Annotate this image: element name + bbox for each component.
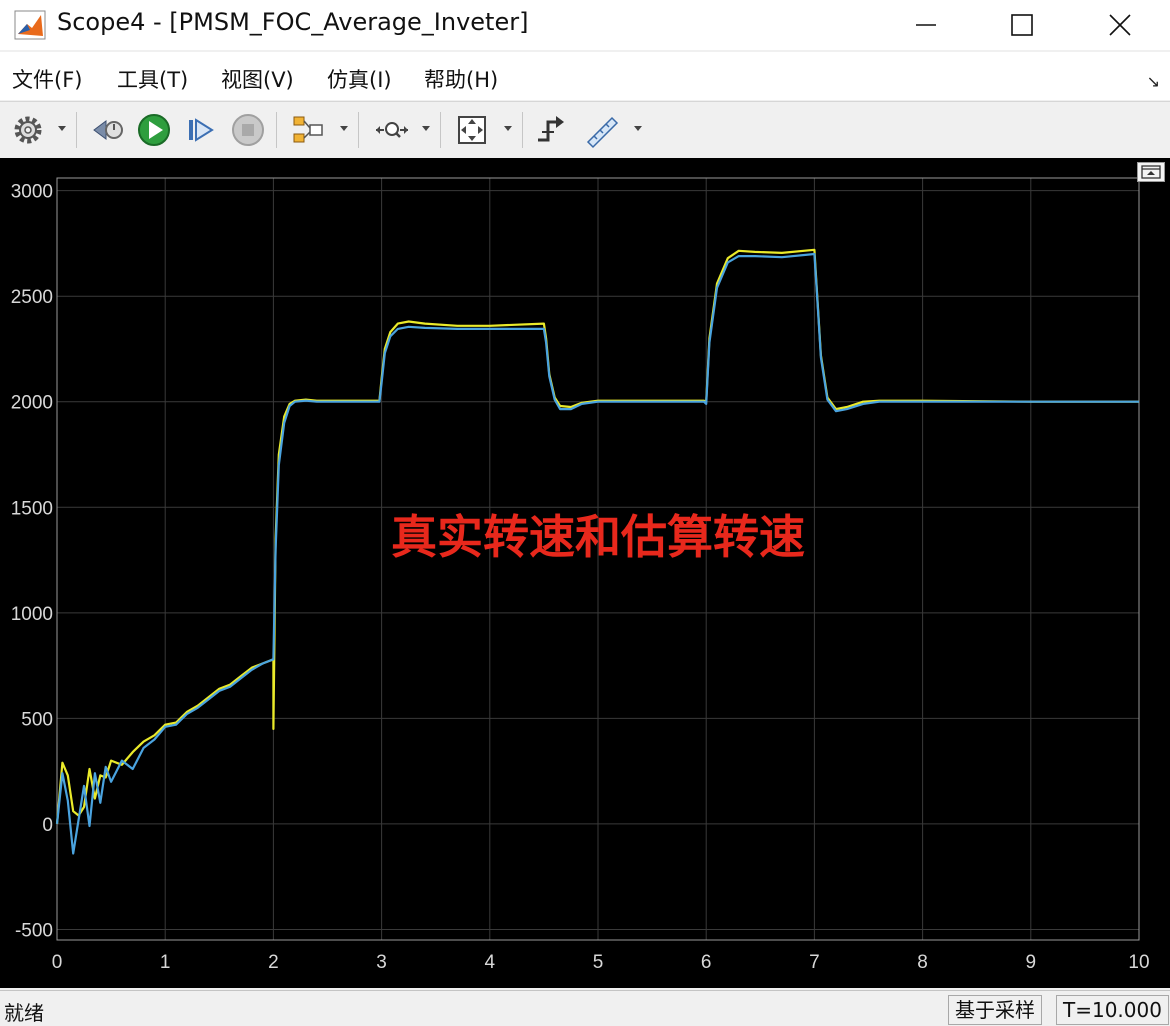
settings-dropdown-icon[interactable] xyxy=(58,126,66,131)
x-tick-label: 3 xyxy=(376,952,387,973)
signal-routing-button[interactable] xyxy=(288,110,328,150)
close-icon xyxy=(1109,14,1131,36)
settings-icon xyxy=(14,116,42,144)
step-back-icon xyxy=(93,120,123,140)
measurements-button[interactable] xyxy=(582,110,622,150)
status-ready: 就绪 xyxy=(4,1001,44,1025)
y-tick-label: 0 xyxy=(42,815,53,836)
scope-plot: 0 1 2 3 4 5 6 7 8 9 10 -500 0 500 1000 1500 2000 2500 3000… xyxy=(11,177,1150,973)
dock-arrow-icon[interactable]: ↘ xyxy=(1147,72,1160,91)
x-tick-label: 6 xyxy=(701,952,712,973)
y-tick-label: -500 xyxy=(15,920,53,941)
toolbar-separator xyxy=(358,112,359,148)
menu-bar: 文件(F) 工具(T) 视图(V) 仿真(I) 帮助(H) ↘ xyxy=(0,52,1170,100)
x-tick-label: 0 xyxy=(52,952,63,973)
fit-to-view-icon xyxy=(458,116,486,144)
menu-file[interactable]: 文件(F) xyxy=(12,64,82,94)
x-tick-label: 1 xyxy=(160,952,171,973)
y-tick-label: 500 xyxy=(21,709,53,730)
x-tick-label: 4 xyxy=(485,952,496,973)
toolbar-separator xyxy=(76,112,77,148)
y-tick-label: 2000 xyxy=(11,393,53,414)
maximize-button[interactable] xyxy=(974,0,1070,50)
y-tick-label: 2500 xyxy=(11,287,53,308)
stop-icon xyxy=(232,114,264,146)
scope-display[interactable]: 0 1 2 3 4 5 6 7 8 9 10 -500 0 500 1000 1500 2000 2500 3000… xyxy=(0,158,1170,988)
signal-routing-icon xyxy=(293,116,323,143)
routing-dropdown-icon[interactable] xyxy=(340,126,348,131)
toolbar xyxy=(0,101,1170,159)
run-button[interactable] xyxy=(134,110,174,150)
x-tick-label: 10 xyxy=(1128,952,1149,973)
x-tick-label: 2 xyxy=(268,952,279,973)
plot-annotation: 真实转速和估算转速 xyxy=(391,510,805,564)
matlab-icon xyxy=(14,10,46,40)
menu-help[interactable]: 帮助(H) xyxy=(424,64,498,94)
title-bar: Scope4 - [PMSM_FOC_Average_Inveter] xyxy=(0,0,1170,50)
run-icon xyxy=(138,114,170,146)
step-forward-button[interactable] xyxy=(180,110,220,150)
stop-button[interactable] xyxy=(228,110,268,150)
zoom-dropdown-icon[interactable] xyxy=(422,126,430,131)
maximize-icon xyxy=(1011,14,1033,36)
zoom-time-icon xyxy=(376,122,408,138)
step-back-button[interactable] xyxy=(88,110,128,150)
menu-simulation[interactable]: 仿真(I) xyxy=(327,64,392,94)
menu-view[interactable]: 视图(V) xyxy=(221,64,294,94)
measurements-dropdown-icon[interactable] xyxy=(634,126,642,131)
close-button[interactable] xyxy=(1072,0,1168,50)
menu-tools[interactable]: 工具(T) xyxy=(117,64,188,94)
minimize-icon xyxy=(916,24,936,26)
fit-dropdown-icon[interactable] xyxy=(504,126,512,131)
minimize-button[interactable] xyxy=(878,0,974,50)
zoom-time-button[interactable] xyxy=(372,110,412,150)
status-bar: 就绪 基于采样 T=10.000 xyxy=(0,990,1170,1025)
x-tick-label: 7 xyxy=(809,952,820,973)
measurements-icon xyxy=(586,116,619,149)
undock-button[interactable] xyxy=(1137,162,1165,182)
undock-icon xyxy=(1141,165,1161,179)
triggers-button[interactable] xyxy=(532,110,572,150)
toolbar-separator xyxy=(440,112,441,148)
toolbar-separator xyxy=(276,112,277,148)
toolbar-separator xyxy=(522,112,523,148)
y-tick-label: 1500 xyxy=(11,498,53,519)
settings-button[interactable] xyxy=(8,110,48,150)
x-tick-label: 9 xyxy=(1026,952,1037,973)
x-tick-label: 5 xyxy=(593,952,604,973)
status-time: T=10.000 xyxy=(1056,995,1169,1025)
y-tick-label: 3000 xyxy=(11,182,53,203)
y-tick-label: 1000 xyxy=(11,604,53,625)
window-title: Scope4 - [PMSM_FOC_Average_Inveter] xyxy=(57,8,529,36)
status-sample-mode: 基于采样 xyxy=(948,995,1042,1025)
triggers-icon xyxy=(538,116,564,142)
fit-to-view-button[interactable] xyxy=(452,110,492,150)
step-forward-icon xyxy=(189,118,214,142)
x-tick-label: 8 xyxy=(917,952,928,973)
